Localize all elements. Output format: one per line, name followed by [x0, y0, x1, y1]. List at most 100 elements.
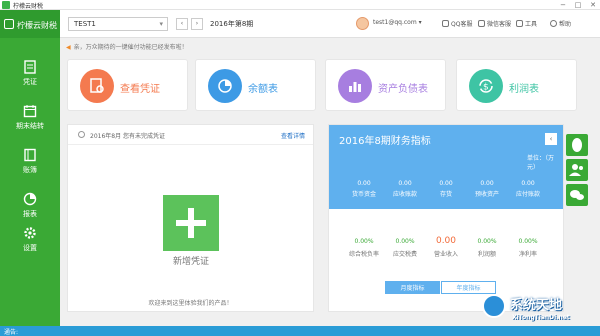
metric-value: 0.00% — [518, 238, 538, 245]
app-icon — [2, 1, 10, 9]
panel-header: 2016年8月 您有未完成凭证 查看详情 — [68, 125, 313, 145]
metric-value: 0.00 — [439, 180, 453, 187]
view-voucher-card[interactable]: 查看凭证 — [67, 59, 188, 111]
minimize-button[interactable]: − — [556, 0, 570, 10]
qq-icon — [442, 20, 449, 27]
wechat-service-label: 微信客服 — [487, 21, 512, 28]
account-select[interactable]: TEST1 ▾ — [68, 17, 168, 31]
card-label: 资产负债表 — [378, 84, 428, 95]
chevron-down-icon: ▾ — [159, 20, 163, 28]
metric-label: 利润额 — [477, 251, 496, 258]
panel-title: 2016年8月 您有未完成凭证 — [90, 133, 165, 140]
sidebar-item-ledger[interactable]: 账簿 — [0, 140, 60, 184]
user-email: test1@qq.com — [373, 19, 417, 26]
metric-value: 0.00 — [521, 180, 535, 187]
maximize-button[interactable]: □ — [571, 0, 585, 10]
bar-chart-icon — [338, 69, 372, 103]
voucher-view-icon — [80, 69, 114, 103]
globe-icon — [482, 294, 506, 318]
period-prev-button[interactable]: ‹ — [176, 18, 188, 30]
metric-label: 应收账款 — [392, 191, 417, 198]
logo-text: 柠檬云财税 — [17, 21, 57, 30]
metric-value: 0.00 — [480, 180, 494, 187]
metric-label: 预收资产 — [474, 191, 499, 198]
metric-label: 存货 — [439, 191, 452, 198]
unit-label: 单位：（万元） — [527, 155, 555, 171]
metric-label: 应交税费 — [392, 251, 417, 258]
card-label: 查看凭证 — [120, 84, 160, 95]
help-link[interactable]: 帮助 — [550, 19, 571, 28]
wechat-icon — [478, 20, 485, 27]
sidebar-item-label: 报表 — [23, 210, 37, 218]
sidebar-item-label: 设置 — [23, 244, 37, 252]
qq-float-button[interactable] — [566, 134, 588, 156]
sidebar-item-settings[interactable]: 设置 — [0, 218, 60, 262]
announcement-text: 亲，万众期待的一键催付功能已经发布啦！ — [73, 44, 188, 51]
indicators-title: 2016年8期财务指标 — [339, 136, 431, 147]
calendar-icon — [23, 105, 37, 118]
qq-service-label: QQ客服 — [451, 21, 473, 28]
window-title: 柠檬云财税 — [13, 3, 44, 10]
sidebar-item-voucher[interactable]: 凭证 — [0, 52, 60, 96]
indicators-prev-button[interactable]: ‹ — [545, 133, 557, 145]
watermark-title: 系统天地 — [510, 298, 563, 313]
metric-label: 综合税负率 — [348, 251, 379, 258]
metric-value: 0.00 — [435, 236, 457, 246]
period-label: 2016年第8期 — [210, 20, 254, 28]
welcome-text: 欢迎来到这里体验我们的产品！ — [148, 300, 233, 307]
ledger-icon — [24, 148, 36, 162]
metric-value: 0.00% — [354, 238, 374, 245]
pie-chart-icon — [208, 69, 242, 103]
contacts-icon — [569, 164, 583, 176]
wechat-service-link[interactable]: 微信客服 — [478, 19, 511, 28]
avatar[interactable] — [356, 17, 369, 30]
plus-icon — [188, 208, 194, 238]
assets-liabilities-card[interactable]: 资产负债表 — [325, 59, 446, 111]
card-label: 利润表 — [509, 84, 539, 95]
wrench-icon — [516, 20, 523, 27]
status-text: 通告: — [4, 329, 19, 336]
metric-label: 应付账款 — [515, 191, 540, 198]
qq-icon — [572, 138, 582, 152]
window-titlebar: 柠檬云财税 − □ ✕ — [0, 0, 600, 10]
add-voucher-button[interactable] — [163, 195, 219, 251]
card-label: 余额表 — [248, 84, 278, 95]
watermark: 系统天地 XiTongTianDi.net — [474, 292, 600, 334]
announcement[interactable]: ◀ 亲，万众期待的一键催付功能已经发布啦！ — [66, 42, 188, 51]
metric-value: 0.00 — [357, 180, 371, 187]
balance-sheet-card[interactable]: 余额表 — [195, 59, 316, 111]
sidebar-logo: 柠檬云财税 — [0, 10, 60, 38]
sidebar-item-label: 账簿 — [23, 166, 37, 174]
tools-label: 工具 — [525, 21, 538, 28]
svg-text:$: $ — [483, 83, 489, 93]
tab-monthly[interactable]: 月度指标 — [385, 281, 440, 294]
view-details-link[interactable]: 查看详情 — [281, 131, 305, 140]
qq-service-link[interactable]: QQ客服 — [442, 19, 472, 28]
sidebar-item-label: 期末结转 — [16, 122, 44, 130]
gear-icon — [24, 227, 36, 239]
help-label: 帮助 — [559, 21, 572, 28]
account-name: TEST1 — [74, 20, 96, 28]
metric-label: 货币资金 — [351, 191, 376, 198]
chevron-down-icon: ▾ — [418, 19, 422, 26]
sidebar-item-period-close[interactable]: 期末结转 — [0, 96, 60, 140]
wechat-float-button[interactable] — [566, 184, 588, 206]
help-icon — [550, 20, 557, 27]
user-account[interactable]: test1@qq.com ▾ — [373, 19, 422, 26]
sidebar-item-label: 凭证 — [23, 78, 37, 86]
wechat-icon — [570, 190, 584, 200]
contacts-float-button[interactable] — [566, 159, 588, 181]
top-header: TEST1 ▾ ‹ › 2016年第8期 test1@qq.com ▾ QQ客服… — [60, 10, 600, 38]
metric-value: 0.00% — [395, 238, 415, 245]
period-next-button[interactable]: › — [191, 18, 203, 30]
tools-link[interactable]: 工具 — [516, 19, 537, 28]
unfinished-voucher-panel: 2016年8月 您有未完成凭证 查看详情 新增凭证 欢迎来到这里体验我们的产品！ — [67, 124, 314, 312]
close-button[interactable]: ✕ — [586, 0, 600, 10]
pie-chart-icon — [23, 192, 37, 206]
financial-indicators-panel: 2016年8期财务指标 ‹ 单位：（万元） 0.00 货币资金 0.00 应收账… — [328, 124, 564, 312]
metric-label: 净利率 — [518, 251, 537, 258]
clock-icon — [78, 131, 85, 138]
watermark-url: XiTongTianDi.net — [512, 314, 570, 321]
add-voucher-label: 新增凭证 — [172, 257, 209, 267]
profit-statement-card[interactable]: $ 利润表 — [456, 59, 577, 111]
